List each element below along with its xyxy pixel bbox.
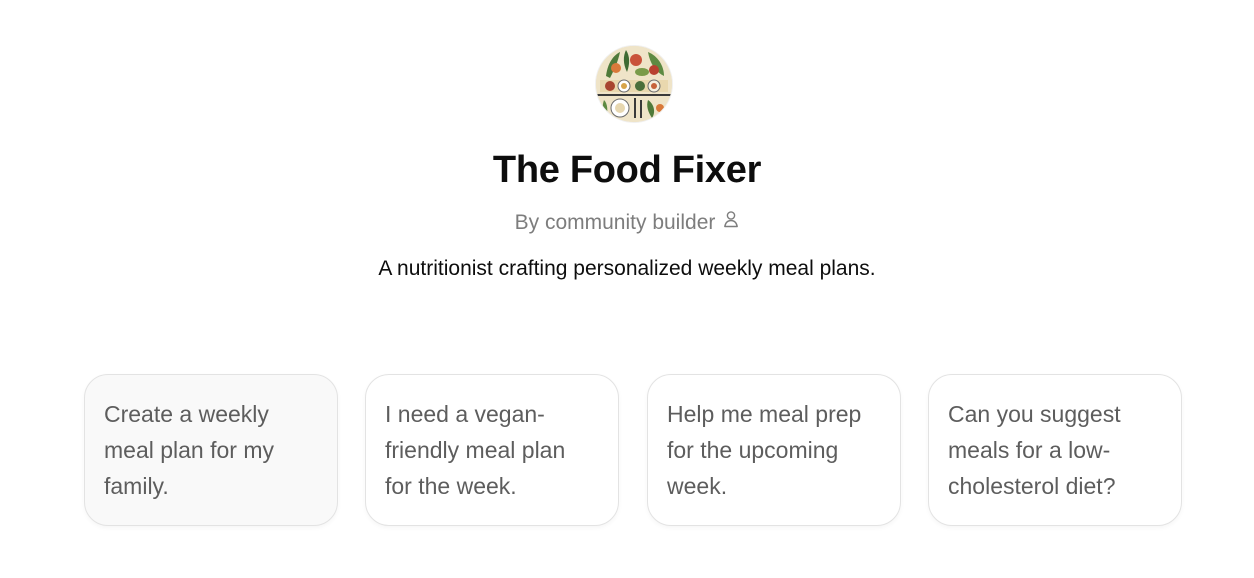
gpt-avatar	[596, 46, 672, 122]
conversation-starters: Create a weekly meal plan for my family.…	[84, 374, 1184, 528]
gpt-title: The Food Fixer	[492, 149, 762, 191]
gpt-landing: The Food Fixer By community builder A nu…	[0, 0, 1254, 578]
starter-button[interactable]: Can you suggest meals for a low-choleste…	[928, 374, 1182, 526]
starter-button[interactable]: Create a weekly meal plan for my family.	[84, 374, 338, 526]
starter-button[interactable]: I need a vegan-friendly meal plan for th…	[365, 374, 619, 526]
starter-label: Help me meal prep for the upcoming week.	[667, 401, 862, 499]
gpt-description: A nutritionist crafting personalized wee…	[378, 257, 876, 280]
starter-button[interactable]: Help me meal prep for the upcoming week.	[647, 374, 901, 526]
gpt-byline: By community builder	[0, 209, 1254, 237]
starter-label: Create a weekly meal plan for my family.	[104, 401, 275, 499]
food-illustration-icon	[596, 46, 672, 122]
person-icon	[723, 208, 739, 236]
starter-label: I need a vegan-friendly meal plan for th…	[385, 401, 566, 499]
byline-text: By community builder	[514, 211, 716, 234]
starter-label: Can you suggest meals for a low-choleste…	[948, 401, 1121, 499]
